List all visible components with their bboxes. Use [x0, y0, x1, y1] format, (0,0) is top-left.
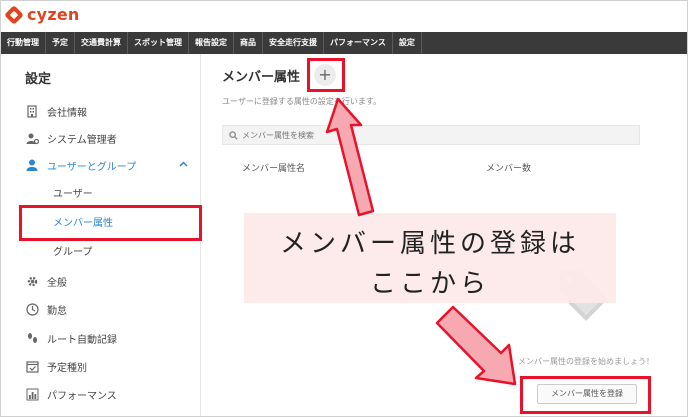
app-window: cyzen 行動管理 予定 交通費計算 スポット管理 報告設定 商品 安全走行支… — [0, 0, 688, 417]
highlight-register-button — [520, 376, 651, 414]
nav-item-performance[interactable]: パフォーマンス — [324, 32, 393, 54]
sidebar-item-general[interactable]: 全般 — [25, 272, 67, 290]
sidebar-subitem-users[interactable]: ユーザー — [53, 187, 93, 203]
user-icon — [25, 158, 39, 172]
page-description: ユーザーに登録する属性の設定を行います。 — [222, 97, 382, 106]
nav-item-transport-cost[interactable]: 交通費計算 — [75, 32, 128, 54]
logo-text: cyzen — [27, 5, 80, 24]
column-header-member-count[interactable]: メンバー数 — [486, 161, 531, 174]
sidebar-item-label: ユーザーとグループ — [47, 161, 137, 173]
sidebar-item-attendance[interactable]: 勤怠 — [25, 300, 67, 318]
footprints-icon — [25, 331, 39, 345]
highlight-sidebar-member-attributes — [19, 205, 202, 241]
sidebar-item-label: 勤怠 — [47, 305, 67, 317]
sidebar-item-company[interactable]: 会社情報 — [25, 102, 87, 120]
sidebar-item-route-recording[interactable]: ルート自動記録 — [25, 329, 117, 347]
sidebar-item-label: システム管理者 — [47, 134, 117, 146]
callout-line-2: ここから — [369, 269, 490, 299]
sidebar-item-label: 全般 — [47, 277, 67, 289]
sidebar-title: 設定 — [25, 72, 52, 87]
callout-line-1: メンバー属性の登録は — [279, 229, 580, 259]
calendar-check-icon — [25, 359, 39, 373]
annotation-callout: メンバー属性の登録は ここから — [244, 213, 616, 303]
column-header-attribute-name[interactable]: メンバー属性名 — [242, 161, 305, 174]
nav-item-activity[interactable]: 行動管理 — [1, 32, 46, 54]
gear-icon — [25, 274, 39, 288]
top-nav: 行動管理 予定 交通費計算 スポット管理 報告設定 商品 安全走行支援 パフォー… — [1, 32, 687, 54]
sidebar-subitem-groups[interactable]: グループ — [53, 245, 92, 261]
logo-mark-icon — [4, 4, 24, 25]
sidebar-item-performance[interactable]: パフォーマンス — [25, 385, 117, 403]
admin-user-icon — [25, 131, 39, 145]
clock-icon — [25, 302, 39, 316]
nav-item-safe-driving[interactable]: 安全走行支援 — [263, 32, 324, 54]
logo[interactable]: cyzen — [4, 4, 80, 25]
sidebar-item-system-admin[interactable]: システム管理者 — [25, 129, 117, 147]
highlight-add-button — [307, 58, 345, 92]
sidebar-item-label: パフォーマンス — [47, 390, 117, 402]
nav-item-report-settings[interactable]: 報告設定 — [189, 32, 234, 54]
sidebar-item-label: 会社情報 — [47, 107, 87, 119]
chevron-up-icon[interactable] — [179, 160, 188, 170]
nav-item-spot-management[interactable]: スポット管理 — [128, 32, 189, 54]
sidebar-item-label: 予定種別 — [47, 362, 87, 374]
search-icon — [229, 130, 238, 140]
app-header: cyzen — [1, 1, 687, 32]
search-box — [222, 125, 640, 145]
sidebar-item-label: ルート自動記録 — [47, 334, 117, 346]
empty-state-message: メンバー属性の登録を始めましょう！ — [518, 357, 654, 366]
nav-item-products[interactable]: 商品 — [234, 32, 263, 54]
sidebar-item-schedule-types[interactable]: 予定種別 — [25, 357, 87, 375]
search-input[interactable] — [242, 130, 622, 140]
sidebar-item-users-groups[interactable]: ユーザーとグループ — [25, 156, 136, 174]
building-icon — [25, 104, 39, 118]
nav-item-schedule[interactable]: 予定 — [46, 32, 75, 54]
nav-item-settings[interactable]: 設定 — [393, 32, 422, 54]
bar-chart-icon — [25, 387, 39, 401]
page-title: メンバー属性 — [222, 70, 301, 85]
